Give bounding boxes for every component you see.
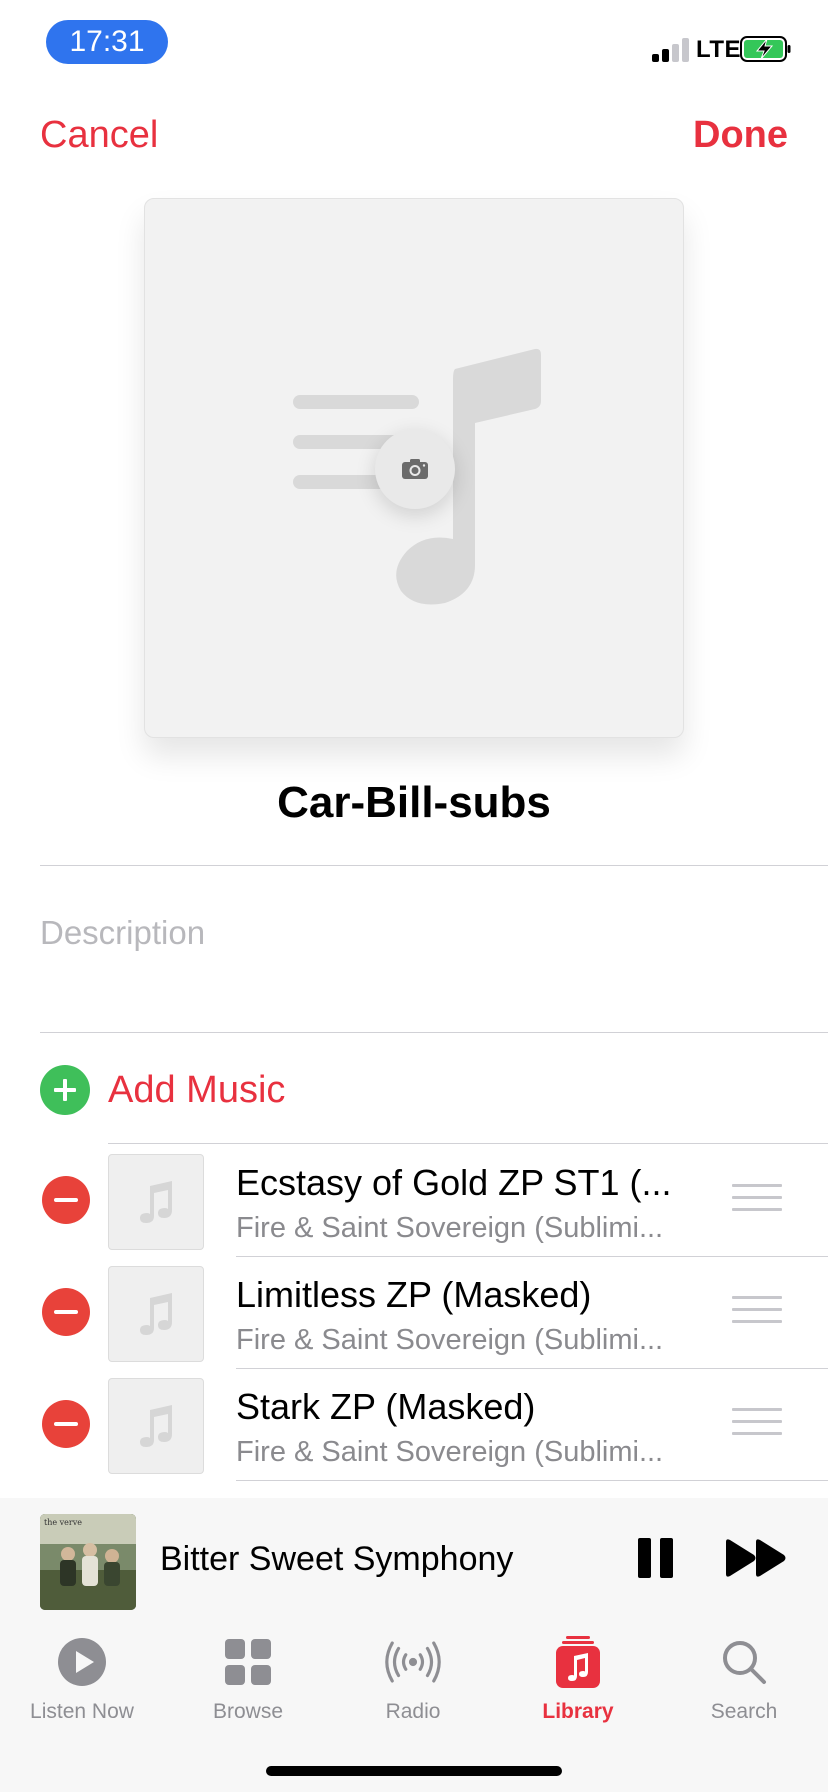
plus-icon: [40, 1065, 90, 1115]
search-icon: [716, 1634, 772, 1690]
playlist-artwork[interactable]: [144, 198, 684, 738]
song-artwork: [108, 1378, 204, 1474]
song-title: Ecstasy of Gold ZP ST1 (...: [236, 1162, 672, 1203]
add-music-label: Add Music: [108, 1068, 286, 1111]
description-field[interactable]: Description: [40, 914, 205, 952]
song-artist: Fire & Saint Sovereign (Sublimi...: [236, 1212, 664, 1244]
divider: [40, 1032, 828, 1033]
song-row[interactable]: Stark ZP (Masked) Fire & Saint Sovereign…: [0, 1368, 828, 1480]
camera-icon: [402, 459, 428, 479]
tab-label: Library: [542, 1700, 614, 1723]
album-art-text: the verve: [44, 1518, 82, 1527]
song-artwork: [108, 1154, 204, 1250]
mini-player[interactable]: the verve Bitter Sweet Symphony: [0, 1498, 828, 1616]
divider: [236, 1480, 828, 1481]
tab-library[interactable]: Library: [503, 1634, 653, 1724]
radio-waves-icon: [385, 1634, 441, 1690]
music-note-icon: [140, 1405, 172, 1447]
play-circle-icon: [54, 1634, 110, 1690]
now-playing-title: Bitter Sweet Symphony: [160, 1540, 514, 1578]
pause-button[interactable]: [638, 1538, 674, 1578]
cancel-button[interactable]: Cancel: [40, 114, 158, 157]
song-row[interactable]: Ecstasy of Gold ZP ST1 (... Fire & Saint…: [0, 1144, 828, 1256]
network-type: LTE: [696, 36, 742, 63]
tab-label: Radio: [385, 1700, 441, 1723]
reorder-handle-icon[interactable]: [732, 1408, 782, 1438]
remove-song-button[interactable]: [42, 1400, 90, 1448]
song-row[interactable]: Limitless ZP (Masked) Fire & Saint Sover…: [0, 1256, 828, 1368]
song-artist: Fire & Saint Sovereign (Sublimi...: [236, 1324, 664, 1356]
camera-button[interactable]: [375, 429, 455, 509]
remove-song-button[interactable]: [42, 1288, 90, 1336]
done-button[interactable]: Done: [693, 114, 788, 157]
cellular-signal-icon: [652, 38, 690, 62]
reorder-handle-icon[interactable]: [732, 1184, 782, 1214]
song-artwork: [108, 1266, 204, 1362]
add-music-button[interactable]: Add Music: [40, 1064, 285, 1116]
home-indicator[interactable]: [266, 1766, 562, 1776]
tab-label: Listen Now: [30, 1700, 134, 1723]
playlist-title[interactable]: Car-Bill-subs: [0, 778, 828, 828]
tab-browse[interactable]: Browse: [173, 1634, 323, 1724]
tab-label: Browse: [212, 1700, 284, 1723]
song-title: Stark ZP (Masked): [236, 1386, 536, 1427]
tab-listen-now[interactable]: Listen Now: [7, 1634, 157, 1724]
music-note-icon: [140, 1181, 172, 1223]
battery-charging-icon: [740, 36, 791, 62]
reorder-handle-icon[interactable]: [732, 1296, 782, 1326]
song-artist: Fire & Saint Sovereign (Sublimi...: [236, 1436, 664, 1468]
song-title: Limitless ZP (Masked): [236, 1274, 592, 1315]
status-bar: 17:31 LTE: [0, 0, 828, 90]
library-icon: [550, 1634, 606, 1690]
grid-icon: [220, 1634, 276, 1690]
status-time[interactable]: 17:31: [46, 20, 168, 64]
remove-song-button[interactable]: [42, 1176, 90, 1224]
tab-label: Search: [710, 1700, 778, 1723]
now-playing-artwork: the verve: [40, 1514, 136, 1610]
tab-radio[interactable]: Radio: [338, 1634, 488, 1724]
fast-forward-button[interactable]: [724, 1538, 788, 1578]
music-note-icon: [140, 1293, 172, 1335]
tab-search[interactable]: Search: [669, 1634, 819, 1724]
divider: [40, 865, 828, 866]
